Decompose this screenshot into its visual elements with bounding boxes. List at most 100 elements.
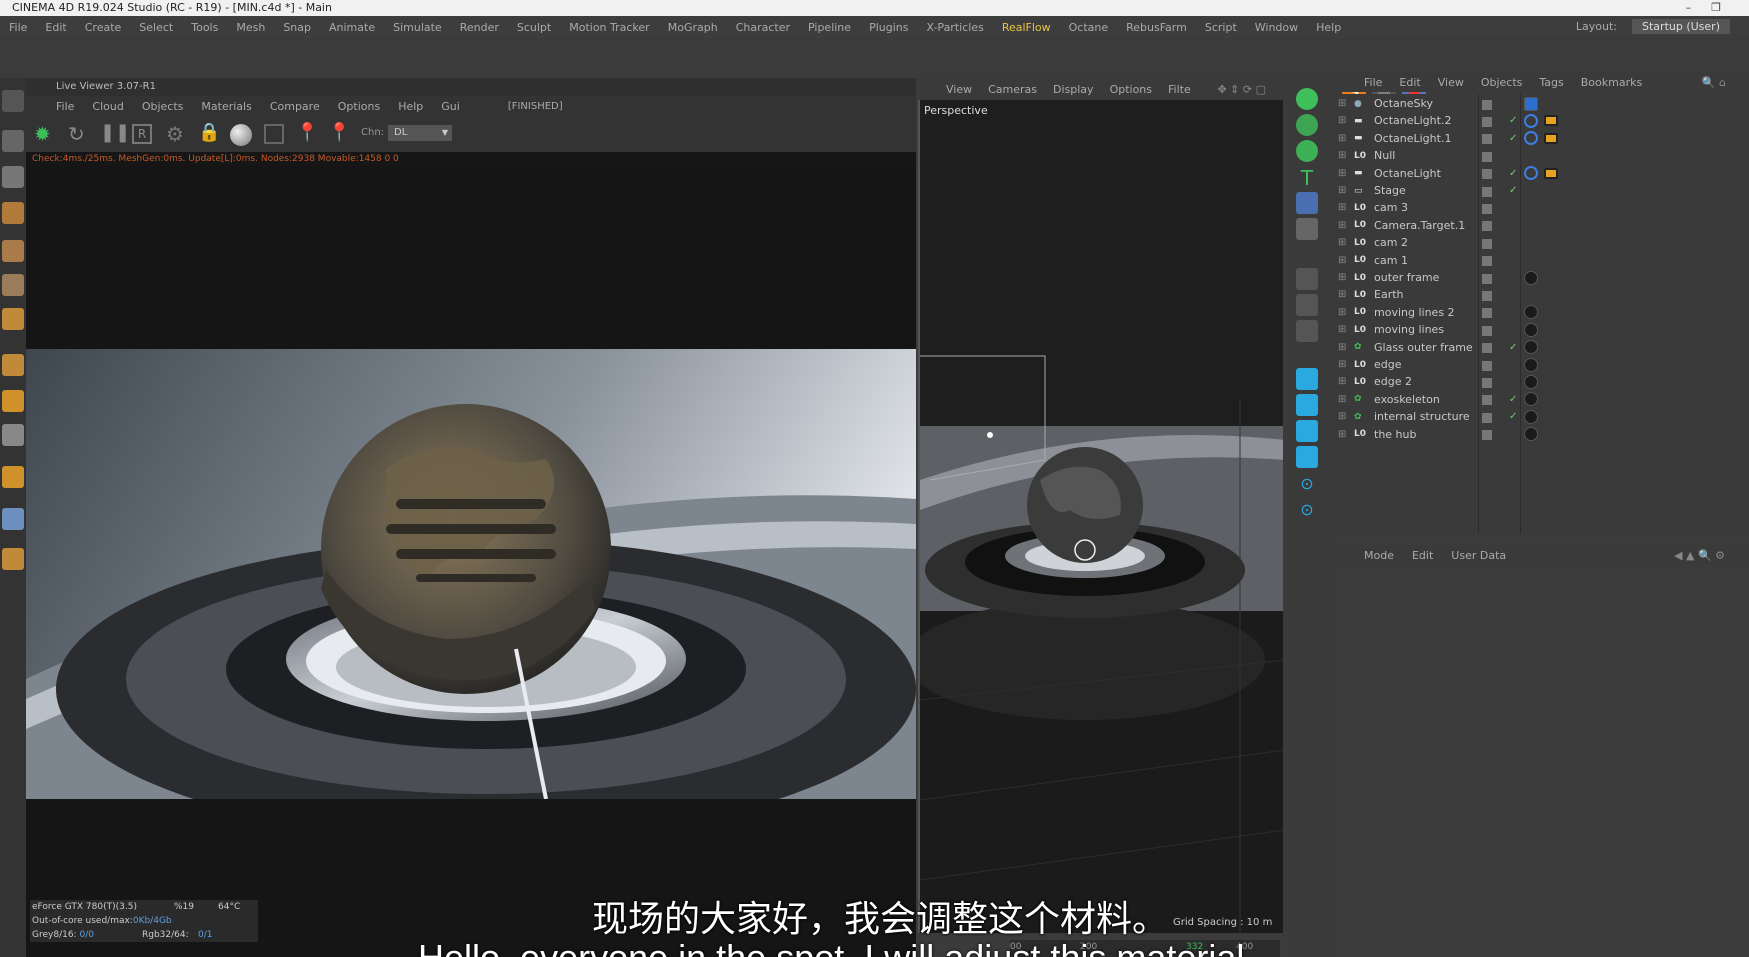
- search-icon[interactable]: 🔍 ⌂: [1702, 76, 1726, 89]
- octane-tag-icon[interactable]: [1524, 131, 1538, 146]
- edges-mode-icon[interactable]: [2, 274, 24, 296]
- enabled-check-icon[interactable]: ✓: [1509, 185, 1517, 196]
- material-tag-icon[interactable]: [1524, 340, 1538, 355]
- expand-icon[interactable]: ⊞: [1338, 376, 1346, 387]
- object-name[interactable]: moving lines: [1374, 323, 1444, 336]
- object-row[interactable]: ⊞ ▭ Stage ✓: [1334, 181, 1749, 200]
- object-row[interactable]: ⊞ L0 Camera.Target.1: [1334, 216, 1749, 235]
- restart-icon[interactable]: ↻: [68, 122, 85, 146]
- object-name[interactable]: Camera.Target.1: [1374, 219, 1465, 232]
- object-name[interactable]: Glass outer frame: [1374, 341, 1473, 354]
- symmetry-icon[interactable]: [1296, 394, 1318, 416]
- visibility-toggle-icon[interactable]: [1482, 132, 1510, 145]
- link-2-icon[interactable]: ⊙: [1296, 500, 1318, 522]
- expand-icon[interactable]: ⊞: [1338, 429, 1346, 440]
- visibility-toggle-icon[interactable]: [1482, 393, 1510, 406]
- menu-help[interactable]: Help: [1316, 21, 1341, 34]
- menu-pipeline[interactable]: Pipeline: [808, 21, 851, 34]
- magnet-icon[interactable]: [2, 466, 24, 488]
- tweak-mode-icon[interactable]: [2, 390, 24, 412]
- menu-octane[interactable]: Octane: [1069, 21, 1109, 34]
- expand-icon[interactable]: ⊞: [1338, 342, 1346, 353]
- menu-x-particles[interactable]: X-Particles: [926, 21, 983, 34]
- spline-tool-2-icon[interactable]: [1296, 294, 1318, 316]
- visibility-toggle-icon[interactable]: [1482, 324, 1510, 336]
- object-name[interactable]: OctaneSky: [1374, 97, 1433, 110]
- menu-motion-tracker[interactable]: Motion Tracker: [569, 21, 649, 34]
- menu-select[interactable]: Select: [139, 21, 173, 34]
- object-row[interactable]: ⊞ L0 cam 1: [1334, 251, 1749, 270]
- brush-icon[interactable]: [2, 548, 24, 570]
- expand-icon[interactable]: ⊞: [1338, 168, 1346, 179]
- visibility-toggle-icon[interactable]: [1482, 150, 1510, 162]
- object-row[interactable]: ⊞ L0 moving lines 2: [1334, 303, 1749, 322]
- expand-icon[interactable]: ⊞: [1338, 220, 1346, 231]
- object-row[interactable]: ⊞ L0 Earth: [1334, 285, 1749, 304]
- object-row[interactable]: ⊞ ✿ Glass outer frame ✓: [1334, 338, 1749, 357]
- viewport-menu-options[interactable]: Options: [1110, 83, 1152, 96]
- object-name[interactable]: the hub: [1374, 428, 1416, 441]
- menu-animate[interactable]: Animate: [329, 21, 375, 34]
- visibility-toggle-icon[interactable]: [1482, 219, 1510, 232]
- object-name[interactable]: internal structure: [1374, 410, 1470, 423]
- object-manager-menu-file[interactable]: File: [1364, 76, 1382, 89]
- visibility-toggle-icon[interactable]: [1482, 254, 1510, 267]
- expand-icon[interactable]: ⊞: [1338, 307, 1346, 318]
- object-row[interactable]: ⊞ ▬ OctaneLight ✓: [1334, 164, 1749, 183]
- settings-gear-icon[interactable]: ⚙: [166, 122, 184, 146]
- object-manager-menu-view[interactable]: View: [1438, 76, 1464, 89]
- menu-snap[interactable]: Snap: [283, 21, 311, 34]
- visibility-toggle-icon[interactable]: [1482, 289, 1510, 301]
- material-tag-icon[interactable]: [1524, 357, 1538, 372]
- object-name[interactable]: OctaneLight: [1374, 167, 1441, 180]
- object-row[interactable]: ⊞ L0 edge: [1334, 355, 1749, 374]
- spline-tool-icon[interactable]: [1296, 268, 1318, 290]
- live-viewer-menu-gui[interactable]: Gui: [441, 100, 460, 113]
- object-name[interactable]: exoskeleton: [1374, 393, 1440, 406]
- object-name[interactable]: moving lines 2: [1374, 306, 1455, 319]
- light-tag-icon[interactable]: [1544, 167, 1558, 179]
- visibility-toggle-icon[interactable]: [1482, 98, 1510, 110]
- expand-icon[interactable]: ⊞: [1338, 202, 1346, 213]
- material-tag-icon[interactable]: [1524, 409, 1538, 424]
- enabled-check-icon[interactable]: ✓: [1509, 115, 1517, 126]
- live-viewer-menu-help[interactable]: Help: [398, 100, 423, 113]
- expand-icon[interactable]: ⊞: [1338, 255, 1346, 266]
- object-name[interactable]: OctaneLight.2: [1374, 114, 1451, 127]
- uv-icon[interactable]: [1296, 192, 1318, 214]
- live-viewer-menu-materials[interactable]: Materials: [201, 100, 251, 113]
- connect-icon[interactable]: [1296, 420, 1318, 442]
- object-row[interactable]: ⊞ L0 cam 3: [1334, 198, 1749, 217]
- light-tag-icon[interactable]: [1544, 115, 1558, 127]
- object-row[interactable]: ⊞ ▬ OctaneLight.1 ✓: [1334, 129, 1749, 148]
- object-name[interactable]: Null: [1374, 149, 1395, 162]
- object-row[interactable]: ⊞ L0 the hub: [1334, 425, 1749, 444]
- object-manager-menu-edit[interactable]: Edit: [1399, 76, 1420, 89]
- menu-rebusfarm[interactable]: RebusFarm: [1126, 21, 1187, 34]
- material-tag-icon[interactable]: [1524, 305, 1538, 320]
- menu-window[interactable]: Window: [1255, 21, 1298, 34]
- object-name[interactable]: cam 2: [1374, 236, 1408, 249]
- object-name[interactable]: OctaneLight.1: [1374, 132, 1451, 145]
- pause-icon[interactable]: ❚❚: [100, 122, 130, 143]
- viewport-nav-icons[interactable]: ✥ ⇕ ⟳ ▢: [1217, 83, 1266, 96]
- expand-icon[interactable]: ⊞: [1338, 98, 1346, 109]
- object-row[interactable]: ⊞ L0 edge 2: [1334, 372, 1749, 391]
- menu-file[interactable]: File: [9, 21, 27, 34]
- pick-material-icon[interactable]: 📍: [328, 122, 350, 143]
- attributes-menu-edit[interactable]: Edit: [1412, 549, 1433, 562]
- texture-mode-icon[interactable]: [2, 166, 24, 188]
- expand-icon[interactable]: ⊞: [1338, 115, 1346, 126]
- text-tool-icon[interactable]: T: [1296, 166, 1318, 190]
- expand-icon[interactable]: ⊞: [1338, 133, 1346, 144]
- light-tag-icon[interactable]: [1544, 132, 1558, 144]
- material-tag-icon[interactable]: [1524, 374, 1538, 389]
- channel-select[interactable]: DL ▼: [388, 125, 452, 141]
- attributes-nav-icons[interactable]: ◀ ▲ 🔍 ⚙: [1674, 549, 1725, 562]
- visibility-toggle-icon[interactable]: [1482, 185, 1510, 197]
- points-mode-icon[interactable]: [2, 240, 24, 262]
- attributes-menu-mode[interactable]: Mode: [1364, 549, 1394, 562]
- perspective-viewport[interactable]: [918, 100, 1283, 933]
- live-viewer-menu-options[interactable]: Options: [338, 100, 380, 113]
- menu-render[interactable]: Render: [460, 21, 499, 34]
